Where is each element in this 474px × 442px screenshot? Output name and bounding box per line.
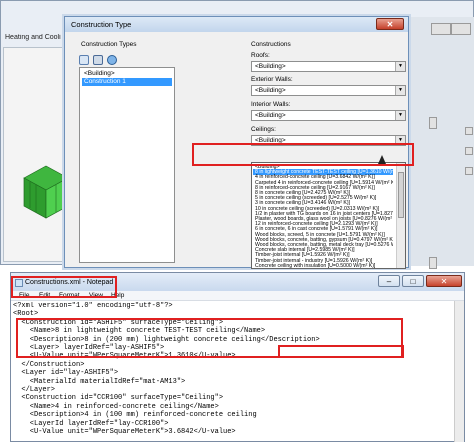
side-tool-button[interactable] xyxy=(429,117,437,129)
ceilings-label: Ceilings: xyxy=(251,126,276,133)
delete-icon[interactable] xyxy=(107,55,117,65)
mouse-cursor-icon xyxy=(378,155,386,164)
building-view-panel xyxy=(3,47,69,262)
minimize-button[interactable]: – xyxy=(378,275,400,287)
maximize-button[interactable]: □ xyxy=(402,275,424,287)
text-line: <Layer id="lay-ASHIF5"> xyxy=(13,369,119,378)
text-line: <Description>4 in (100 mm) reinforced-co… xyxy=(13,411,257,420)
list-item[interactable]: <Building> xyxy=(82,70,172,78)
dialog-title: Construction Type xyxy=(71,20,132,29)
side-tool-button[interactable] xyxy=(465,127,473,135)
text-line: </Layer> xyxy=(13,386,56,395)
text-line: <LayerId layerIdRef="lay-CCR100"> xyxy=(13,419,169,428)
text-line: <MaterialId materialIdRef="mat-AM13"> xyxy=(13,377,186,386)
dropdown-scrollbar[interactable] xyxy=(396,163,405,268)
window-maximize-button[interactable] xyxy=(451,23,471,35)
dropdown-option[interactable]: Concrete ceiling with insulation [U=0.50… xyxy=(253,263,393,268)
interior-walls-value: <Building> xyxy=(255,112,286,119)
dialog-titlebar[interactable]: Construction Type ✕ xyxy=(65,17,408,32)
construction-types-label: Construction Types xyxy=(81,41,137,48)
interior-walls-select[interactable]: <Building> ▼ xyxy=(251,110,406,121)
list-item[interactable]: Construction 1 xyxy=(82,78,172,86)
side-tool-button[interactable] xyxy=(465,147,473,155)
types-toolbar xyxy=(79,55,139,65)
construction-types-list[interactable]: <Building> Construction 1 xyxy=(79,67,175,263)
construction-type-dialog: Construction Type ✕ Construction Types C… xyxy=(64,16,409,269)
notepad-scrollbar[interactable] xyxy=(454,301,464,442)
close-button[interactable]: ✕ xyxy=(426,275,462,287)
constructions-label: Constructions xyxy=(251,41,291,48)
exterior-walls-label: Exterior Walls: xyxy=(251,76,293,83)
background-right-panel xyxy=(409,17,474,269)
roofs-label: Roofs: xyxy=(251,52,270,59)
text-line: <Construction id="CCR100" surfaceType="C… xyxy=(13,394,224,403)
highlight-frame xyxy=(278,345,404,358)
copy-icon[interactable] xyxy=(93,55,103,65)
chevron-down-icon: ▼ xyxy=(395,111,405,120)
ceilings-dropdown-list[interactable]: <Building> 8 in lightweight concrete TEST… xyxy=(251,162,406,269)
background-window-title: Heating and Cooli xyxy=(5,34,61,41)
roofs-value: <Building> xyxy=(255,63,286,70)
dialog-close-button[interactable]: ✕ xyxy=(376,18,404,30)
new-icon[interactable] xyxy=(79,55,89,65)
text-line: </Construction> xyxy=(13,360,85,369)
side-tool-button[interactable] xyxy=(465,167,473,175)
highlight-frame xyxy=(11,276,117,298)
text-line: <Name>4 in reinforced-concrete ceiling</… xyxy=(13,402,219,411)
text-line: <?xml version="1.0" encoding="utf-8"?> xyxy=(13,302,173,310)
chevron-down-icon: ▼ xyxy=(395,62,405,71)
chevron-down-icon: ▼ xyxy=(395,86,405,95)
scrollbar-thumb[interactable] xyxy=(398,172,404,218)
exterior-walls-select[interactable]: <Building> ▼ xyxy=(251,85,406,96)
exterior-walls-value: <Building> xyxy=(255,87,286,94)
text-line: <U-Value unit="WPerSquareMeterK">3.6842<… xyxy=(13,428,236,437)
window-minimize-button[interactable] xyxy=(431,23,451,35)
interior-walls-label: Interior Walls: xyxy=(251,101,291,108)
side-tool-button[interactable] xyxy=(429,257,437,269)
roofs-select[interactable]: <Building> ▼ xyxy=(251,61,406,72)
